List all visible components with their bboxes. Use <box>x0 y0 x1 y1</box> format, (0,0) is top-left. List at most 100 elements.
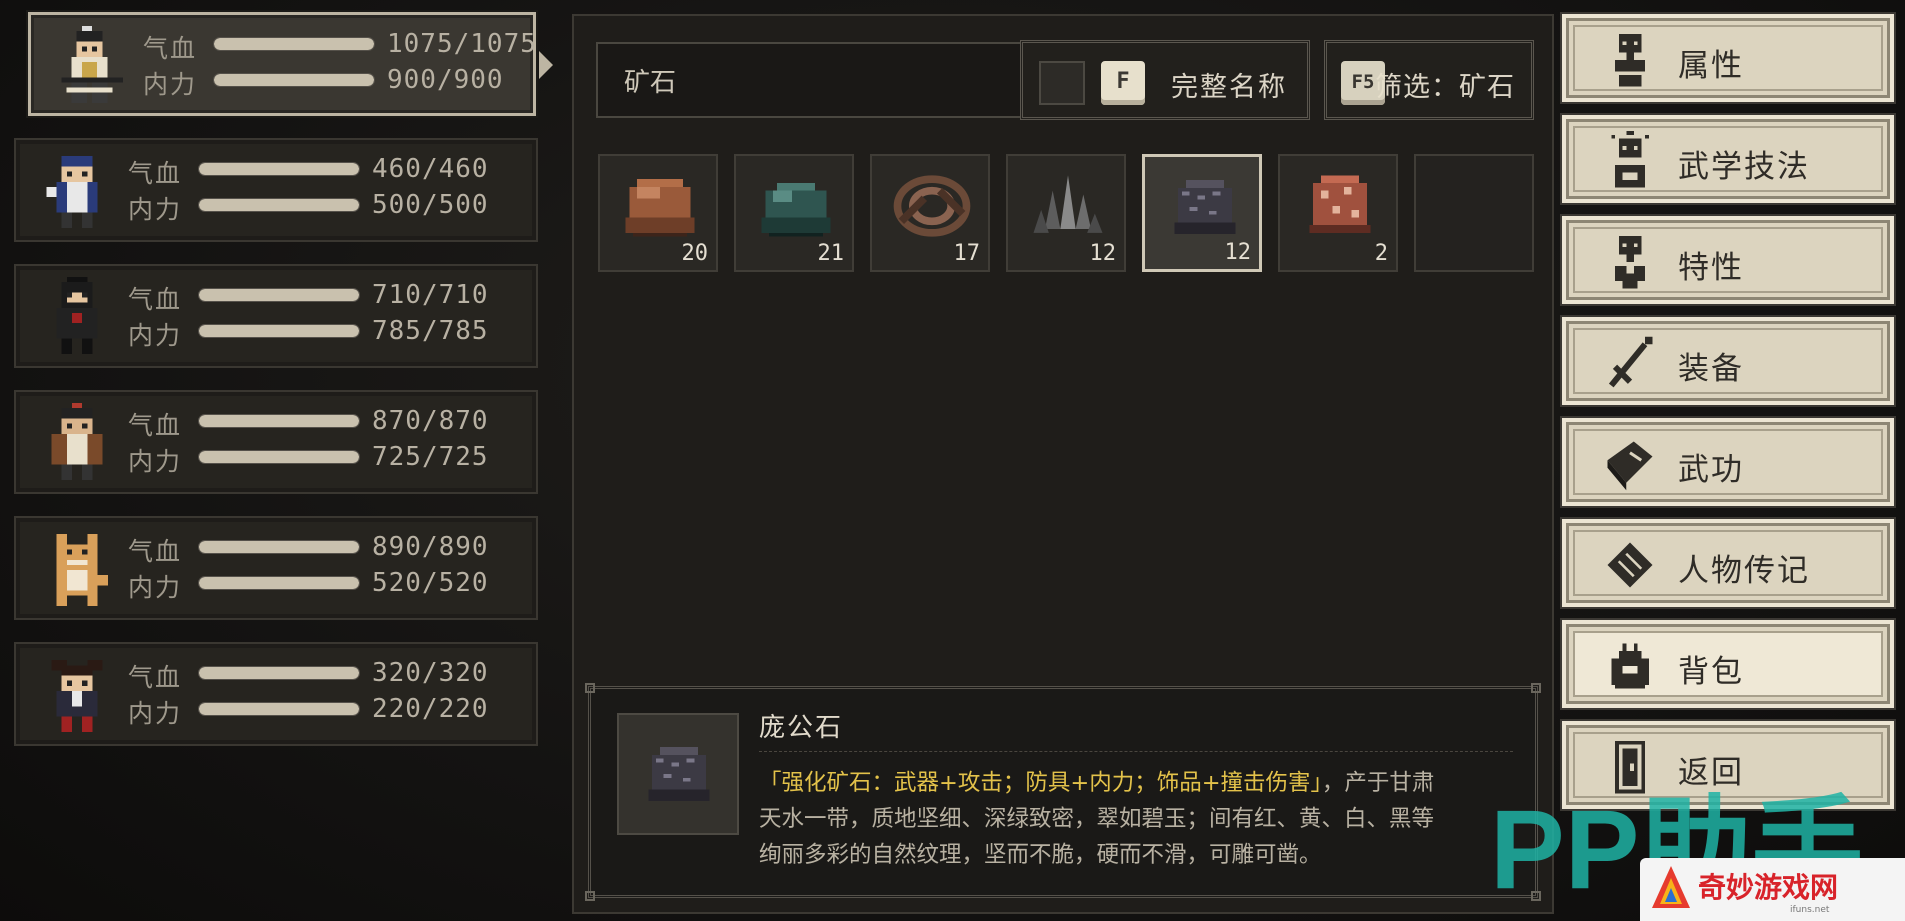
menu-label: 背包 <box>1678 654 1744 690</box>
site-watermark: 奇妙游戏网 ifuns.net <box>1640 858 1905 921</box>
item-count: 12 <box>1089 241 1117 266</box>
item-detail-panel: 庞公石 「强化矿石：武器+攻击；防具+内力；饰品+撞击伤害」，产于甘肃 天水一带… <box>585 683 1541 901</box>
filter-label: 筛选：矿石 <box>1375 72 1515 103</box>
traits-icon <box>1615 235 1645 289</box>
inventory-slot[interactable]: 21 <box>734 154 854 272</box>
party-member-6[interactable]: 气血 320/320 内力 220/220 <box>14 642 538 746</box>
mp-label: 内力 <box>128 699 183 728</box>
mp-label: 内力 <box>128 573 183 602</box>
menu-label: 武功 <box>1678 452 1744 488</box>
mp-value: 900/900 <box>387 65 504 95</box>
hp-bar <box>198 666 360 680</box>
detail-item-icon <box>617 713 739 835</box>
mp-label: 内力 <box>128 447 183 476</box>
item-desc-line1: ，产于甘肃 <box>1321 770 1435 796</box>
inventory-panel: F 完整名称 筛选：矿石 F5 20 <box>572 14 1554 914</box>
copper-ore-icon <box>625 179 695 237</box>
ninja-portrait <box>56 277 98 354</box>
inventory-slot[interactable]: 12 <box>1006 154 1126 272</box>
filter-button[interactable]: 筛选：矿石 F5 <box>1324 40 1534 120</box>
menu-attributes[interactable]: 属性 <box>1562 14 1894 102</box>
hp-value: 710/710 <box>372 280 489 310</box>
search-input[interactable] <box>598 44 1034 116</box>
hp-bar <box>198 414 360 428</box>
party-member-4[interactable]: 气血 870/870 内力 725/725 <box>14 390 538 494</box>
site-domain: ifuns.net <box>1790 905 1830 915</box>
item-count: 12 <box>1224 240 1252 265</box>
dog-portrait <box>56 534 108 606</box>
inventory-slot[interactable]: 2 <box>1278 154 1398 272</box>
menu-kungfu[interactable]: 武功 <box>1562 418 1894 506</box>
hp-label: 气血 <box>128 537 183 566</box>
fullname-checkbox[interactable] <box>1039 61 1085 105</box>
menu-label: 装备 <box>1678 351 1744 387</box>
inventory-slot[interactable]: 20 <box>598 154 718 272</box>
item-desc-line3: 绚丽多彩的自然纹理，坚而不脆，硬而不滑，可雕可凿。 <box>759 842 1322 868</box>
hp-value: 870/870 <box>372 406 489 436</box>
item-effect: 「强化矿石：武器+攻击；防具+内力；饰品+撞击伤害」 <box>759 770 1322 796</box>
item-description: 「强化矿石：武器+攻击；防具+内力；饰品+撞击伤害」，产于甘肃 天水一带，质地坚… <box>759 765 1529 873</box>
mp-bar <box>198 450 360 464</box>
sword-icon <box>1608 336 1653 388</box>
mp-label: 内力 <box>128 195 183 224</box>
menu-equipment[interactable]: 装备 <box>1562 317 1894 405</box>
mp-value: 725/725 <box>372 442 489 472</box>
party-member-1[interactable]: 气血 1075/1075 内力 900/900 <box>28 12 553 116</box>
mp-value: 520/520 <box>372 568 489 598</box>
menu-martial-skills[interactable]: 武学技法 <box>1562 115 1894 203</box>
warrior-portrait <box>51 403 103 480</box>
frame-corner <box>585 891 595 901</box>
mp-value: 500/500 <box>372 190 489 220</box>
inventory-slot-empty[interactable] <box>1414 154 1534 272</box>
fullname-label: 完整名称 <box>1171 72 1287 103</box>
item-count: 21 <box>817 241 845 266</box>
scholar-portrait <box>46 156 98 228</box>
mp-value: 785/785 <box>372 316 489 346</box>
mp-bar <box>198 576 360 590</box>
red-spotted-ore-icon <box>1309 175 1371 233</box>
mp-bar <box>198 324 360 338</box>
menu-bag[interactable]: 背包 <box>1562 620 1894 708</box>
girl-portrait <box>51 660 103 732</box>
hp-label: 气血 <box>128 663 183 692</box>
frame-corner <box>585 683 595 693</box>
item-count: 2 <box>1374 241 1388 266</box>
mp-label: 内力 <box>128 321 183 350</box>
panggong-stone-icon <box>1174 180 1236 234</box>
menu-label: 特性 <box>1678 250 1744 286</box>
item-desc-line2: 天水一带，质地坚细、深绿致密，翠如碧玉；间有红、黄、白、黑等 <box>759 806 1435 832</box>
hero-portrait <box>61 26 123 103</box>
hp-bar <box>198 540 360 554</box>
hp-value: 1075/1075 <box>387 29 537 59</box>
frame-corner <box>1531 683 1541 693</box>
f5-key-hint: F5 <box>1341 61 1385 105</box>
bag-icon <box>1611 643 1649 689</box>
crystal-ore-icon <box>1033 175 1103 233</box>
mp-bar <box>198 198 360 212</box>
menu-traits[interactable]: 特性 <box>1562 216 1894 304</box>
party-member-3[interactable]: 气血 710/710 内力 785/785 <box>14 264 538 368</box>
game-screen: 气血 1075/1075 内力 900/900 气血 460/460 内力 50… <box>0 0 1905 921</box>
menu-label: 返回 <box>1678 755 1744 791</box>
fullname-toggle[interactable]: F 完整名称 <box>1020 40 1310 120</box>
party-member-2[interactable]: 气血 460/460 内力 500/500 <box>14 138 538 242</box>
scroll-icon <box>1607 542 1653 588</box>
hp-value: 890/890 <box>372 532 489 562</box>
mp-value: 220/220 <box>372 694 489 724</box>
coiled-ore-icon <box>893 175 971 237</box>
attributes-icon <box>1615 33 1645 87</box>
inventory-slot-selected[interactable]: 12 <box>1142 154 1262 272</box>
item-count: 17 <box>953 241 981 266</box>
mp-bar <box>198 702 360 716</box>
hp-value: 320/320 <box>372 658 489 688</box>
search-box <box>596 42 1036 118</box>
menu-label: 属性 <box>1678 48 1744 84</box>
party-member-5[interactable]: 气血 890/890 内力 520/520 <box>14 516 538 620</box>
hp-value: 460/460 <box>372 154 489 184</box>
menu-biography[interactable]: 人物传记 <box>1562 519 1894 607</box>
inventory-slot[interactable]: 17 <box>870 154 990 272</box>
mp-label: 内力 <box>143 70 198 99</box>
martial-skills-icon <box>1611 131 1649 188</box>
hp-label: 气血 <box>143 34 198 63</box>
jade-ore-icon <box>761 183 831 237</box>
